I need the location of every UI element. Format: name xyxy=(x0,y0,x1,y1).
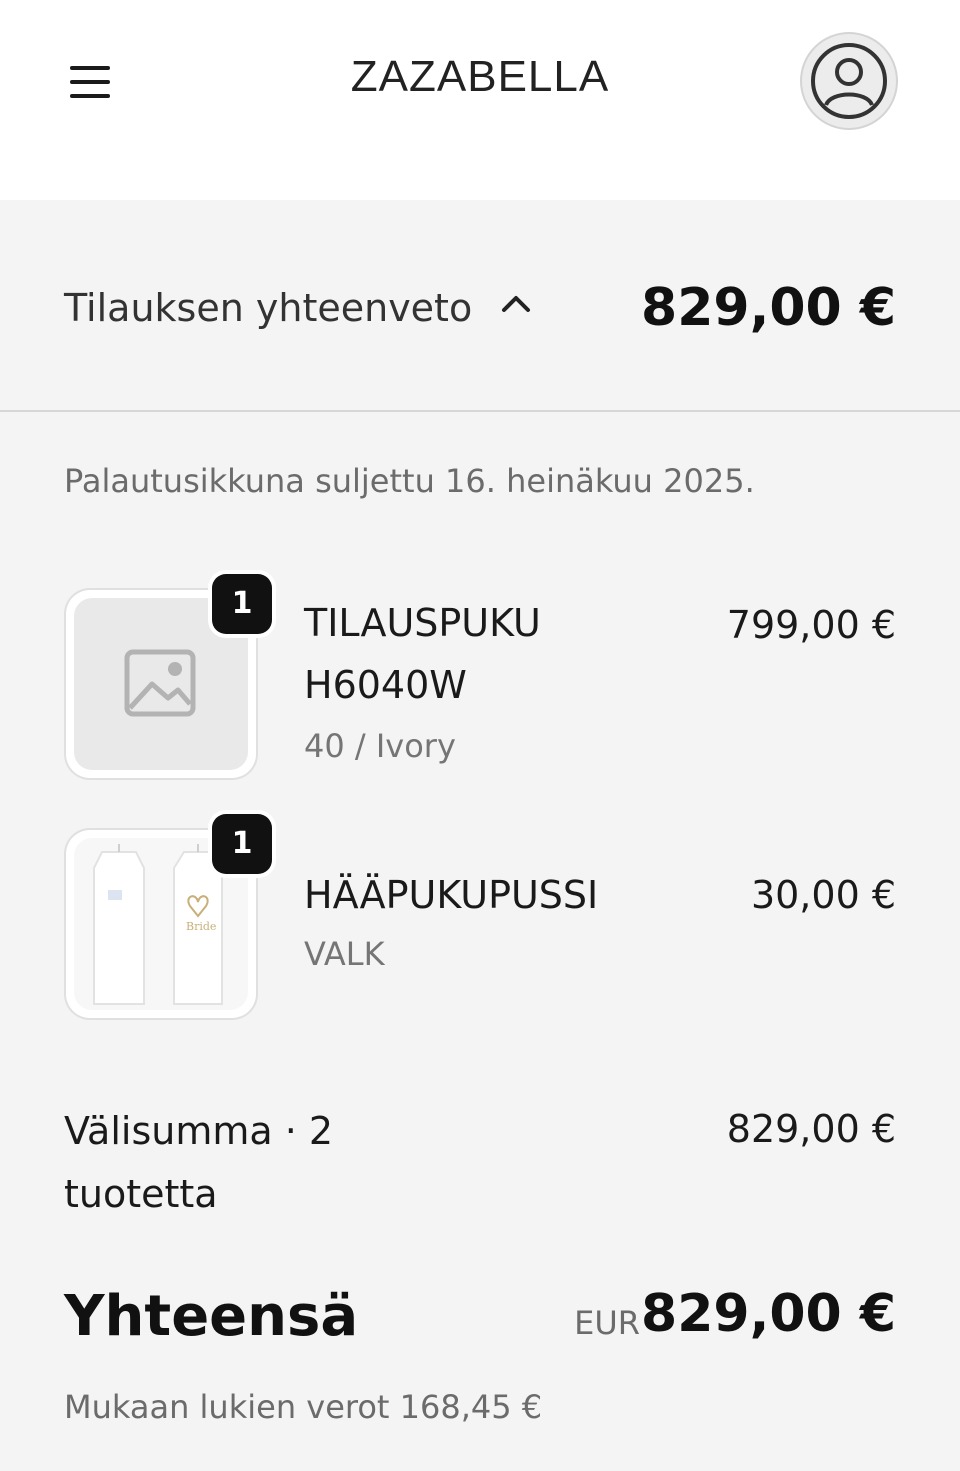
total-value: 829,00 € xyxy=(641,1284,896,1344)
quantity-badge: 1 xyxy=(212,574,272,634)
header: ZAZABELLA xyxy=(0,0,960,200)
chevron-up-icon xyxy=(502,296,530,312)
product-price: 799,00 € xyxy=(726,603,896,647)
user-account-icon[interactable] xyxy=(802,34,896,128)
product-variant: VALK xyxy=(304,935,385,973)
subtotal-label: Välisumma · 2 tuotetta xyxy=(64,1109,334,1216)
order-summary-total: 829,00 € xyxy=(641,278,896,338)
product-name: HÄÄPUKUPUSSI xyxy=(304,873,599,917)
svg-text:Bride: Bride xyxy=(186,920,216,933)
order-summary-toggle[interactable]: Tilauksen yhteenveto 829,00 € xyxy=(0,200,960,410)
total-label: Yhteensä xyxy=(64,1284,359,1349)
product-name: TILAUSPUKU H6040W xyxy=(304,601,541,707)
divider xyxy=(0,410,960,412)
currency-code: EUR xyxy=(574,1304,640,1342)
return-window-note: Palautusikkuna suljettu 16. heinäkuu 202… xyxy=(64,462,755,500)
product-price: 30,00 € xyxy=(750,873,896,917)
subtotal-value: 829,00 € xyxy=(726,1107,896,1151)
quantity-badge: 1 xyxy=(212,814,272,874)
product-variant: 40 / Ivory xyxy=(304,727,456,765)
tax-note: Mukaan lukien verot 168,45 € xyxy=(64,1388,543,1426)
order-summary-label: Tilauksen yhteenveto xyxy=(64,286,473,330)
